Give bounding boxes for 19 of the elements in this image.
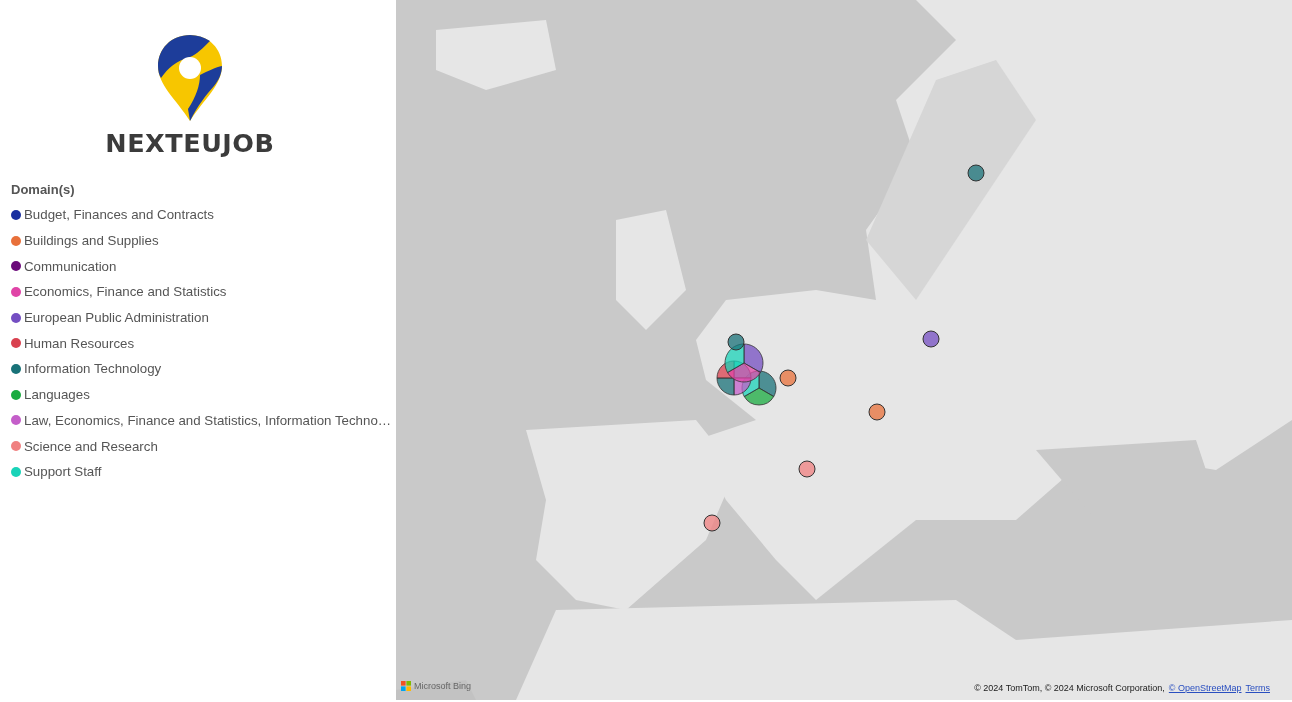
legend-label: European Public Administration (24, 310, 209, 326)
legend-label: Languages (24, 387, 90, 403)
legend-label: Communication (24, 258, 117, 274)
legend-label: Science and Research (24, 438, 158, 454)
attribution-text: © 2024 TomTom, © 2024 Microsoft Corporation, (974, 683, 1165, 693)
legend-label: Law, Economics, Finance and Statistics, Information Techno… (24, 412, 392, 428)
legend-label: Economics, Finance and Statistics (24, 284, 227, 300)
legend-label: Support Staff (24, 464, 102, 480)
provider-name: Microsoft Bing (414, 681, 472, 691)
windows-logo-icon (401, 681, 411, 691)
legend-label: Human Resources (24, 335, 135, 351)
legend-label: Buildings and Supplies (24, 233, 159, 249)
legend-label: Budget, Finances and Contracts (24, 207, 214, 223)
legend-title: Domain(s) (11, 181, 76, 199)
attribution-link[interactable]: Terms (1245, 683, 1270, 693)
brand-name: NEXTEUJOB (105, 129, 275, 158)
logo-icon (156, 33, 224, 123)
legend-label: Information Technology (24, 361, 162, 377)
attribution-link[interactable]: © OpenStreetMap (1168, 683, 1242, 693)
